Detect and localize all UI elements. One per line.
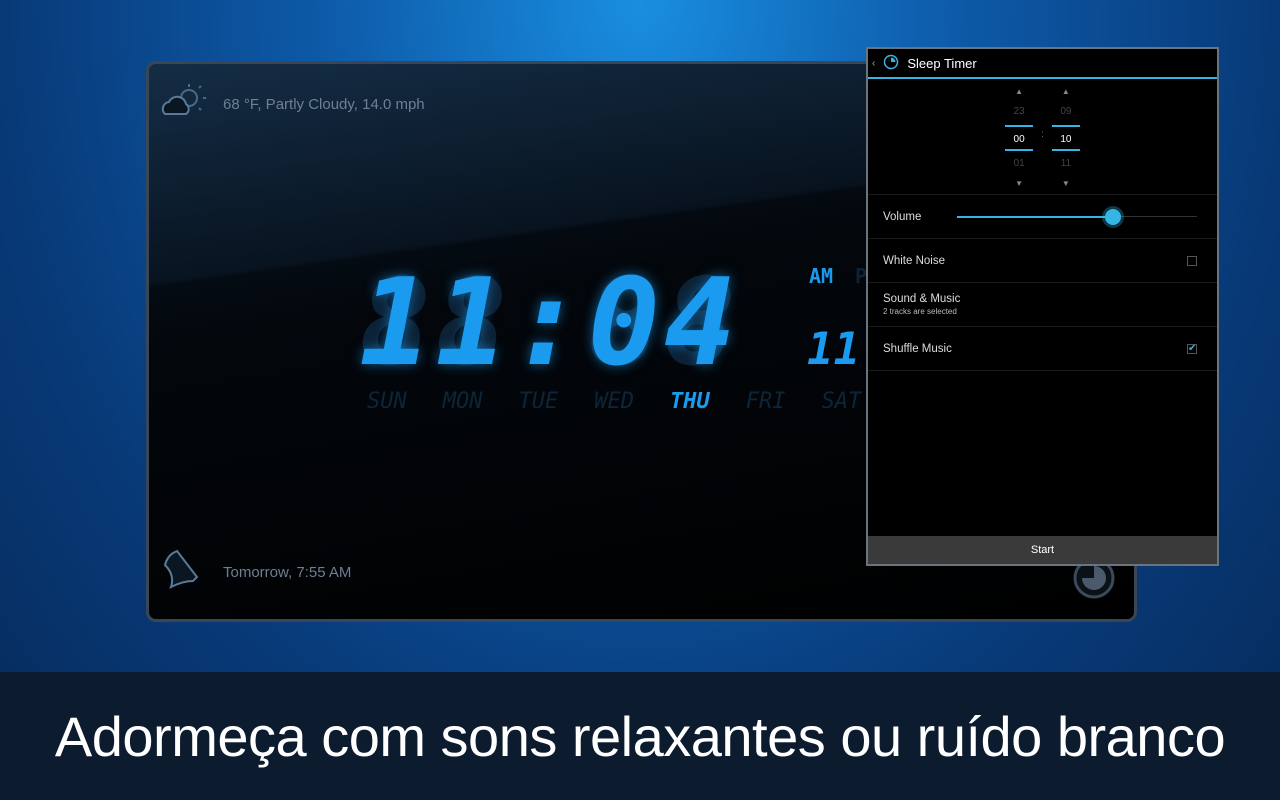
minutes-picker[interactable]: ▲ 09 10 11 ▼	[1051, 85, 1080, 194]
partly-cloudy-icon	[159, 82, 209, 126]
dialog-title: Sleep Timer	[907, 55, 977, 71]
volume-fill	[957, 215, 1113, 218]
clock-seconds: 11	[807, 324, 860, 375]
shuffle-label: Shuffle Music	[883, 342, 952, 355]
sleep-timer-dialog: ‹ Sleep Timer ▲ 23 00 01 ▼ : ▲ 09 10 11 …	[866, 47, 1219, 566]
white-noise-checkbox[interactable]	[1187, 255, 1197, 266]
sound-music-subtitle: 2 tracks are selected	[883, 307, 957, 316]
weather-text: 68 °F, Partly Cloudy, 14.0 mph	[223, 95, 425, 113]
hours-next[interactable]: 01	[1014, 151, 1025, 177]
day-tue: TUE	[518, 389, 559, 414]
minutes-next[interactable]: 11	[1061, 151, 1071, 177]
day-wed: WED	[594, 389, 634, 414]
time-picker: ▲ 23 00 01 ▼ : ▲ 09 10 11 ▼	[868, 79, 1217, 195]
shuffle-checkbox[interactable]: ✔	[1187, 343, 1197, 354]
clock-time: 11:04	[359, 254, 741, 393]
hours-current[interactable]: 00	[1005, 125, 1034, 151]
white-noise-label: White Noise	[883, 254, 945, 267]
volume-slider[interactable]	[957, 208, 1197, 225]
sound-music-label: Sound & Music	[883, 293, 961, 305]
sound-music-row[interactable]: Sound & Music 2 tracks are selected	[868, 283, 1217, 327]
day-sun: SUN	[367, 389, 407, 414]
hours-up-icon[interactable]: ▲	[1015, 85, 1023, 99]
bell-icon	[159, 547, 209, 597]
minutes-current[interactable]: 10	[1051, 125, 1080, 151]
shuffle-row[interactable]: Shuffle Music ✔	[868, 327, 1217, 371]
start-button[interactable]: Start	[868, 536, 1217, 564]
back-icon[interactable]: ‹	[872, 58, 875, 69]
weekdays: SUN MON TUE WED THU FRI SAT	[367, 389, 861, 414]
minutes-down-icon[interactable]: ▼	[1062, 177, 1070, 191]
alarm-text: Tomorrow, 7:55 AM	[223, 563, 352, 581]
next-alarm[interactable]: Tomorrow, 7:55 AM	[159, 547, 351, 597]
dialog-header: ‹ Sleep Timer	[868, 49, 1217, 79]
sleep-timer-icon	[883, 54, 899, 73]
day-fri: FRI	[745, 389, 786, 414]
day-thu: THU	[670, 389, 710, 414]
promo-caption: Adormeça com sons relaxantes ou ruído br…	[0, 672, 1280, 800]
am-indicator: AM	[809, 264, 834, 288]
white-noise-row[interactable]: White Noise	[868, 239, 1217, 283]
minutes-prev[interactable]: 09	[1060, 99, 1071, 125]
volume-thumb[interactable]	[1105, 208, 1121, 225]
volume-label: Volume	[883, 210, 922, 223]
hours-down-icon[interactable]: ▼	[1015, 177, 1023, 191]
day-mon: MON	[442, 389, 483, 414]
hours-picker[interactable]: ▲ 23 00 01 ▼	[1005, 85, 1034, 194]
day-sat: SAT	[821, 389, 862, 414]
volume-row: Volume	[868, 195, 1217, 239]
picker-separator: :	[1041, 129, 1044, 140]
minutes-up-icon[interactable]: ▲	[1062, 85, 1070, 99]
hours-prev[interactable]: 23	[1014, 99, 1025, 125]
weather-info[interactable]: 68 °F, Partly Cloudy, 14.0 mph	[159, 82, 425, 126]
